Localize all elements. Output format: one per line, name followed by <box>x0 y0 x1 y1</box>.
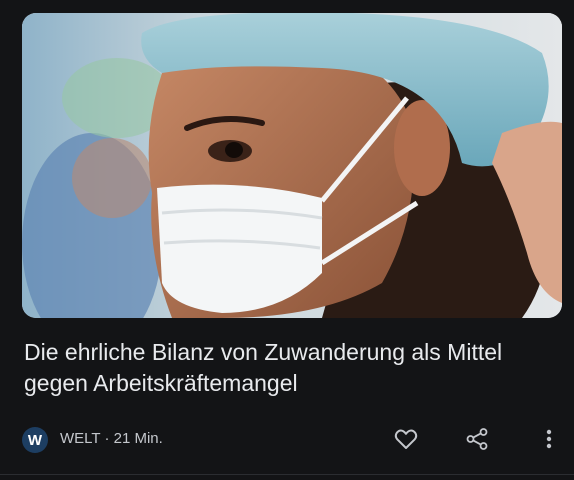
article-headline[interactable]: Die ehrliche Bilanz von Zuwanderung als … <box>24 337 544 399</box>
share-button[interactable] <box>461 424 493 454</box>
more-vertical-icon <box>546 429 552 449</box>
article-meta-row: W WELT · 21 Min. <box>22 424 562 454</box>
article-image[interactable] <box>22 13 562 318</box>
card-divider <box>0 474 574 475</box>
share-icon <box>466 428 488 450</box>
news-card[interactable]: Die ehrliche Bilanz von Zuwanderung als … <box>0 0 574 480</box>
nurse-photo <box>22 13 562 318</box>
source-and-time: WELT · 21 Min. <box>60 430 163 447</box>
heart-outline-icon <box>394 429 418 449</box>
source-logo: W <box>22 427 48 453</box>
more-options-button[interactable] <box>533 424 565 454</box>
favorite-button[interactable] <box>390 424 422 454</box>
